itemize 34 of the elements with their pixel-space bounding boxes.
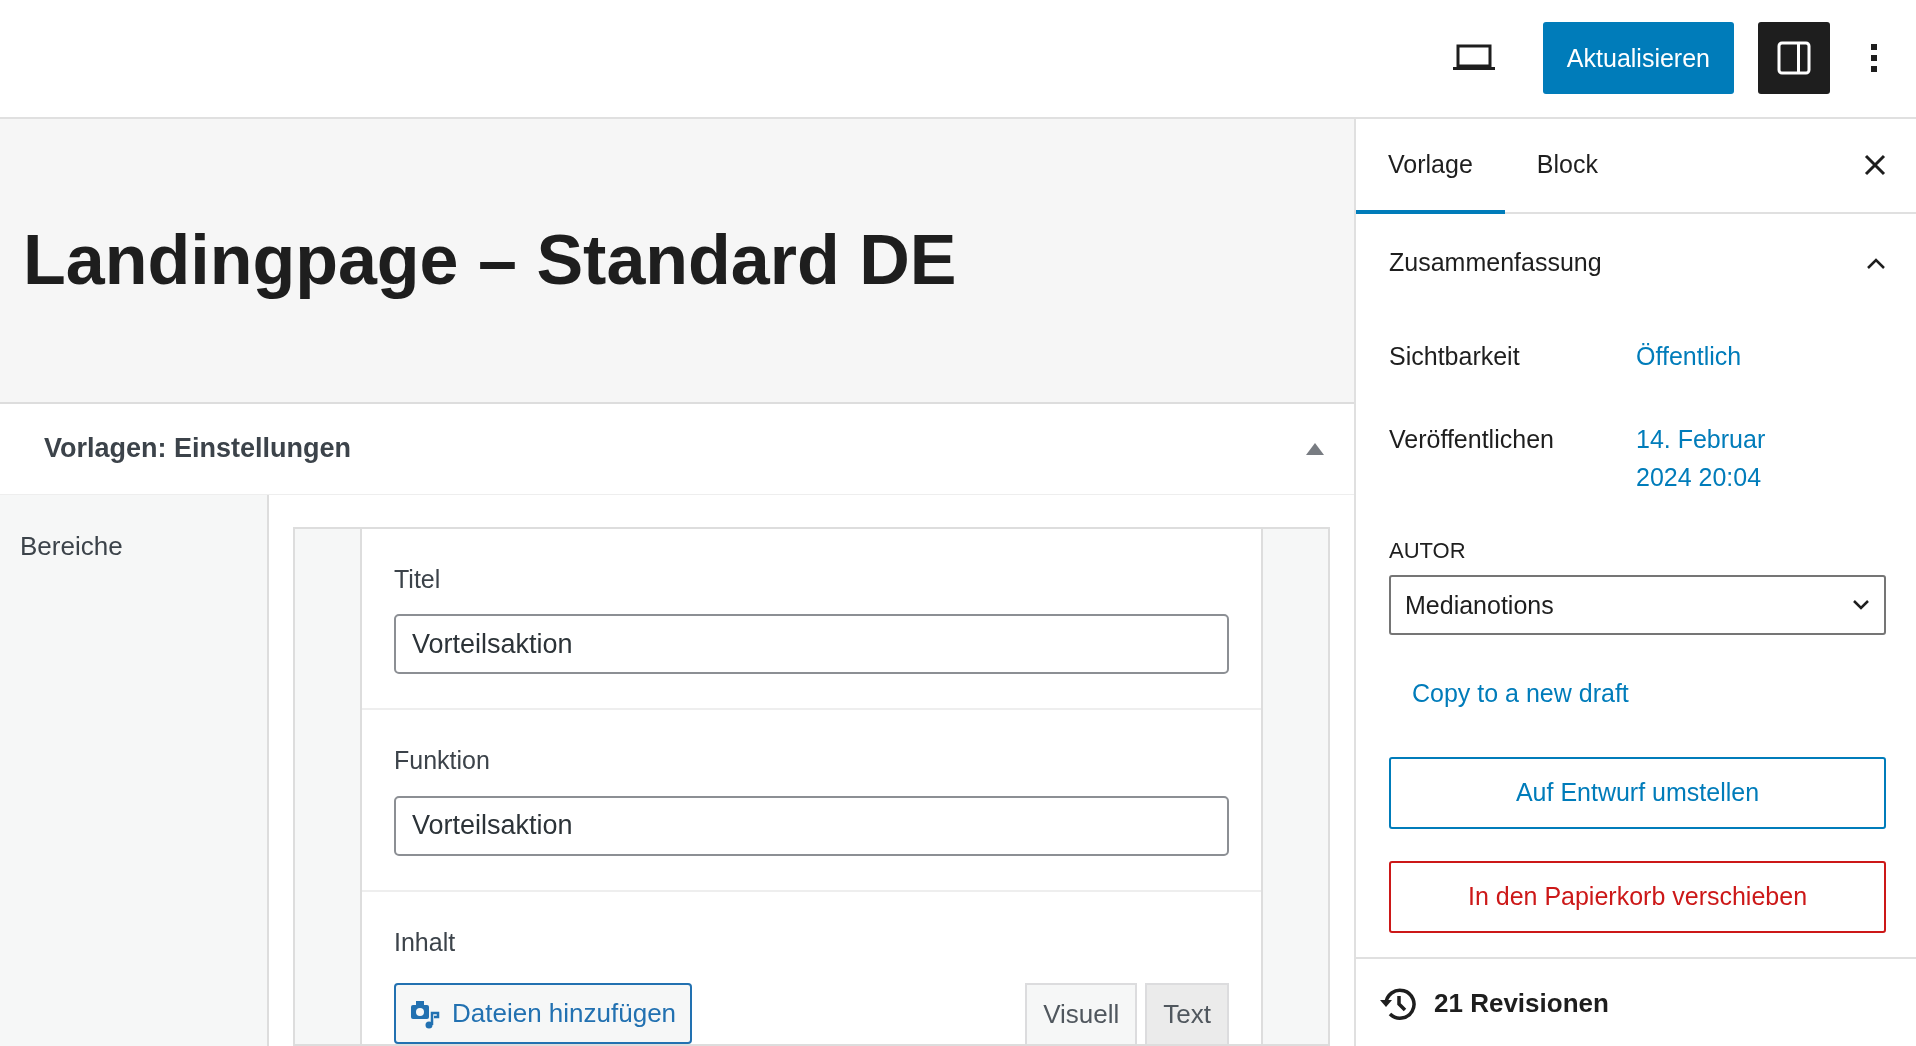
editor-tab[interactable]: Visuell <box>1025 983 1138 1044</box>
field-label: Titel <box>394 563 442 595</box>
chevron-down-icon <box>1852 600 1870 611</box>
sidebar-toggle-button[interactable] <box>1758 22 1830 95</box>
panel-title[interactable]: Zusammenfassung <box>1389 244 1602 282</box>
editor-tab[interactable]: Text <box>1145 983 1229 1044</box>
close-icon[interactable] <box>1864 154 1886 177</box>
collapse-icon[interactable] <box>1306 442 1324 455</box>
metabox-title: Vorlagen: Einstellungen <box>44 432 352 466</box>
author-select[interactable]: Medianotions <box>1389 575 1886 636</box>
field-label: Funktion <box>394 745 491 776</box>
sidebar-tab[interactable]: Block <box>1504 118 1630 214</box>
row-value-link[interactable]: 14. Februar 2024 20:04 <box>1636 421 1806 497</box>
revisions-link[interactable]: 21 Revisionen <box>1434 984 1609 1023</box>
history-icon <box>1378 985 1418 1022</box>
row-label: Veröffentlichen <box>1389 424 1555 456</box>
camera-music-icon <box>410 998 440 1029</box>
row-value-link[interactable]: Öffentlich <box>1636 337 1742 376</box>
sidebar-panel-icon <box>1777 41 1811 76</box>
row-label: Sichtbarkeit <box>1389 340 1521 372</box>
sidebar-tab[interactable]: Vorlage <box>1356 118 1505 214</box>
field-label: Inhalt <box>394 926 457 958</box>
author-label: AUTOR <box>1389 537 1467 566</box>
more-options-icon[interactable] <box>1870 43 1878 74</box>
update-button[interactable]: Aktualisieren <box>1542 22 1734 95</box>
laptop-icon[interactable] <box>1452 44 1495 73</box>
switch-to-draft-button[interactable]: Auf Entwurf umstellen <box>1389 756 1886 829</box>
chevron-up-icon[interactable] <box>1866 256 1886 269</box>
section-tab[interactable]: Bereiche <box>20 530 123 561</box>
copy-draft-link[interactable]: Copy to a new draft <box>1412 675 1629 713</box>
input-field[interactable]: Vorteilsaktion <box>394 795 1229 856</box>
move-to-trash-button[interactable]: In den Papierkorb verschieben <box>1389 860 1886 933</box>
input-field[interactable]: Vorteilsaktion <box>394 614 1229 674</box>
add-media-button[interactable]: Dateien hinzufügen <box>394 983 693 1044</box>
